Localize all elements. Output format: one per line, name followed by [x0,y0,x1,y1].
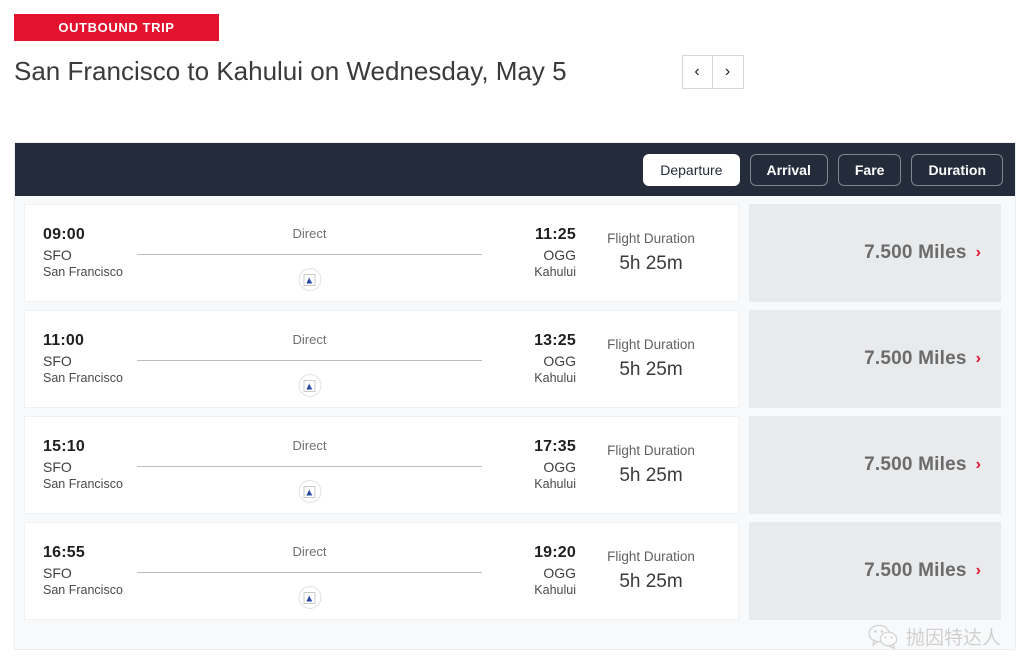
arrival-column: 19:20 OGG Kahului [490,544,576,598]
departure-city: San Francisco [43,477,129,492]
airline-logo-badge [298,268,321,291]
miles-price: 7.500 Miles [864,454,967,476]
select-fare-panel[interactable]: 7.500 Miles › [749,204,1001,302]
next-day-button[interactable]: › [713,55,744,89]
flight-details-card[interactable]: 15:10 SFO San Francisco Direct [24,416,739,514]
arrival-column: 17:35 OGG Kahului [490,438,576,492]
flight-list: 09:00 SFO San Francisco Direct [15,196,1015,620]
sort-button-arrival[interactable]: Arrival [750,154,828,186]
route-line [137,254,482,255]
outbound-trip-badge: OUTBOUND TRIP [14,14,219,41]
chevron-right-icon: › [976,563,981,579]
flight-details-card[interactable]: 09:00 SFO San Francisco Direct [24,204,739,302]
flight-row: 09:00 SFO San Francisco Direct [24,204,1006,302]
title-row: San Francisco to Kahului on Wednesday, M… [14,55,1017,89]
arrival-city: Kahului [490,583,576,598]
date-navigation: ‹ › [682,55,744,89]
arrival-column: 11:25 OGG Kahului [490,226,576,280]
sort-toolbar: Departure Arrival Fare Duration [15,143,1015,196]
duration-label: Flight Duration [576,549,726,566]
page-title: San Francisco to Kahului on Wednesday, M… [14,56,567,87]
duration-value: 5h 25m [576,464,726,488]
departure-airport-code: SFO [43,247,129,264]
miles-price: 7.500 Miles [864,560,967,582]
duration-column: Flight Duration 5h 25m [576,337,726,382]
duration-label: Flight Duration [576,443,726,460]
broken-image-icon [304,592,316,604]
chevron-right-icon: › [976,457,981,473]
arrival-time: 11:25 [490,226,576,245]
arrival-city: Kahului [490,265,576,280]
route-path: Direct [129,316,490,402]
duration-value: 5h 25m [576,570,726,594]
arrival-column: 13:25 OGG Kahului [490,332,576,386]
duration-column: Flight Duration 5h 25m [576,231,726,276]
stops-label: Direct [129,226,490,241]
arrival-airport-code: OGG [490,247,576,264]
airline-logo-badge [298,586,321,609]
page-header: OUTBOUND TRIP San Francisco to Kahului o… [14,14,1017,89]
departure-airport-code: SFO [43,565,129,582]
arrival-airport-code: OGG [490,353,576,370]
route-line [137,572,482,573]
duration-column: Flight Duration 5h 25m [576,443,726,488]
duration-label: Flight Duration [576,231,726,248]
flight-details-card[interactable]: 16:55 SFO San Francisco Direct [24,522,739,620]
departure-column: 16:55 SFO San Francisco [43,544,129,598]
departure-time: 15:10 [43,438,129,457]
arrival-city: Kahului [490,477,576,492]
departure-column: 09:00 SFO San Francisco [43,226,129,280]
arrival-airport-code: OGG [490,565,576,582]
arrival-time: 19:20 [490,544,576,563]
flight-results-panel: Departure Arrival Fare Duration 09:00 SF… [14,142,1016,650]
route-path: Direct [129,422,490,508]
stops-label: Direct [129,544,490,559]
arrival-time: 17:35 [490,438,576,457]
broken-image-icon [304,486,316,498]
duration-label: Flight Duration [576,337,726,354]
broken-image-icon [304,380,316,392]
route-path: Direct [129,528,490,614]
airline-logo-badge [298,480,321,503]
miles-price: 7.500 Miles [864,348,967,370]
stops-label: Direct [129,332,490,347]
departure-column: 11:00 SFO San Francisco [43,332,129,386]
departure-city: San Francisco [43,583,129,598]
select-fare-panel[interactable]: 7.500 Miles › [749,522,1001,620]
miles-price: 7.500 Miles [864,242,967,264]
sort-button-duration[interactable]: Duration [911,154,1003,186]
chevron-right-icon: › [976,245,981,261]
select-fare-panel[interactable]: 7.500 Miles › [749,310,1001,408]
flight-row: 16:55 SFO San Francisco Direct [24,522,1006,620]
duration-value: 5h 25m [576,358,726,382]
departure-column: 15:10 SFO San Francisco [43,438,129,492]
sort-button-departure[interactable]: Departure [643,154,739,186]
route-line [137,466,482,467]
departure-time: 09:00 [43,226,129,245]
duration-column: Flight Duration 5h 25m [576,549,726,594]
departure-time: 16:55 [43,544,129,563]
arrival-city: Kahului [490,371,576,386]
duration-value: 5h 25m [576,252,726,276]
airline-logo-badge [298,374,321,397]
flight-row: 15:10 SFO San Francisco Direct [24,416,1006,514]
select-fare-panel[interactable]: 7.500 Miles › [749,416,1001,514]
route-line [137,360,482,361]
flight-row: 11:00 SFO San Francisco Direct [24,310,1006,408]
sort-button-fare[interactable]: Fare [838,154,902,186]
previous-day-button[interactable]: ‹ [682,55,713,89]
arrival-airport-code: OGG [490,459,576,476]
flight-details-card[interactable]: 11:00 SFO San Francisco Direct [24,310,739,408]
departure-time: 11:00 [43,332,129,351]
chevron-right-icon: › [976,351,981,367]
departure-airport-code: SFO [43,353,129,370]
departure-city: San Francisco [43,371,129,386]
route-path: Direct [129,210,490,296]
broken-image-icon [304,274,316,286]
departure-airport-code: SFO [43,459,129,476]
stops-label: Direct [129,438,490,453]
arrival-time: 13:25 [490,332,576,351]
departure-city: San Francisco [43,265,129,280]
